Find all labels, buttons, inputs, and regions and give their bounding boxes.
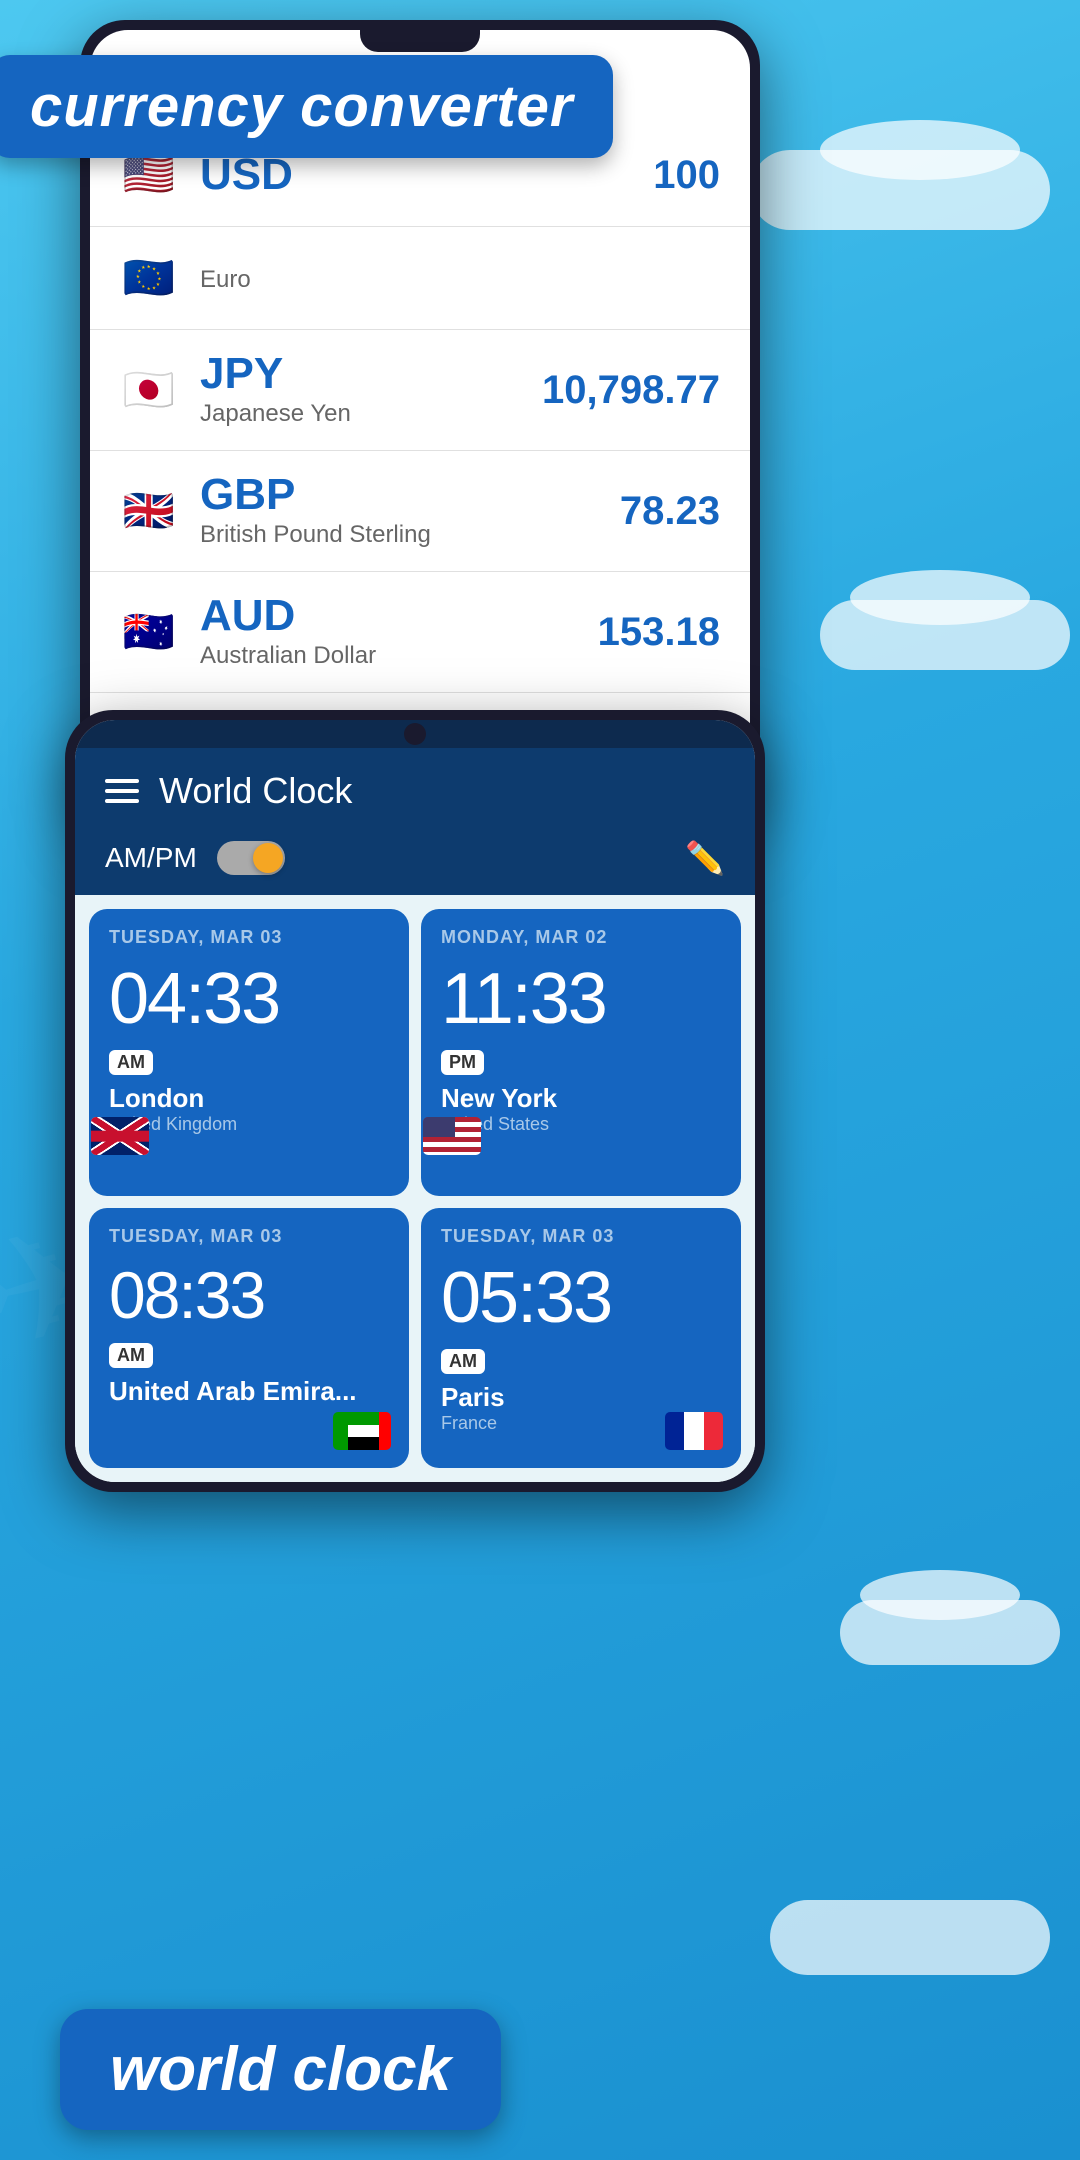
clock-city-london: London — [109, 1083, 237, 1114]
currency-row-jpy[interactable]: 🇯🇵 JPY Japanese Yen 10,798.77 — [90, 330, 750, 451]
world-clock-banner: world clock — [60, 2009, 501, 2130]
currency-name-eur: Euro — [200, 266, 720, 294]
edit-icon[interactable]: ✏️ — [685, 839, 725, 877]
hamburger-menu-button[interactable] — [105, 779, 139, 803]
currency-info-usd: USD — [200, 153, 653, 197]
flag-gbp: 🇬🇧 — [120, 482, 178, 540]
phone-notch — [360, 30, 480, 52]
currency-value-jpy: 10,798.77 — [542, 368, 720, 413]
world-clock-subheader: AM/PM ✏️ — [75, 827, 755, 895]
currency-info-gbp: GBP British Pound Sterling — [200, 473, 620, 549]
currency-code-aud: AUD — [200, 594, 598, 638]
ampm-badge-paris: AM — [441, 1349, 485, 1374]
clock-time-uae: 08:33 — [109, 1257, 389, 1333]
hamburger-line-3 — [105, 799, 139, 803]
camera-notch — [404, 723, 426, 745]
clock-card-newyork[interactable]: MONDAY, MAR 02 11:33 PM New York United … — [421, 909, 741, 1196]
flag-aud: 🇦🇺 — [120, 603, 178, 661]
currency-info-jpy: JPY Japanese Yen — [200, 352, 542, 428]
currency-name-gbp: British Pound Sterling — [200, 521, 620, 549]
world-clock-banner-text: world clock — [110, 2035, 451, 2104]
clock-time-london: 04:33 — [109, 958, 389, 1040]
world-clock-title: World Clock — [159, 770, 725, 812]
ampm-badge-newyork: PM — [441, 1050, 484, 1075]
currency-value-aud: 153.18 — [598, 610, 720, 655]
clock-card-london[interactable]: TUESDAY, MAR 03 04:33 AM London United K… — [89, 909, 409, 1196]
currency-code-gbp: GBP — [200, 473, 620, 517]
clock-date-london: TUESDAY, MAR 03 — [109, 927, 389, 948]
clock-date-paris: TUESDAY, MAR 03 — [441, 1226, 721, 1247]
clock-city-uae: United Arab Emira... — [109, 1376, 389, 1407]
flag-london — [91, 1117, 149, 1155]
ampm-badge-uae: AM — [109, 1343, 153, 1368]
ampm-label: AM/PM — [105, 842, 197, 874]
clock-card-uae[interactable]: TUESDAY, MAR 03 08:33 AM United Arab Emi… — [89, 1208, 409, 1468]
flag-eur: 🇪🇺 — [120, 249, 178, 307]
ampm-toggle[interactable] — [217, 841, 285, 875]
toggle-knob — [253, 843, 283, 873]
currency-code-usd: USD — [200, 153, 653, 197]
currency-code-jpy: JPY — [200, 352, 542, 396]
currency-value-usd: 100 — [653, 153, 720, 198]
flag-newyork — [423, 1117, 481, 1155]
clock-card-paris[interactable]: TUESDAY, MAR 03 05:33 AM Paris France — [421, 1208, 741, 1468]
currency-row-aud[interactable]: 🇦🇺 AUD Australian Dollar 153.18 — [90, 572, 750, 693]
clock-date-newyork: MONDAY, MAR 02 — [441, 927, 721, 948]
currency-row-eur[interactable]: 🇪🇺 Euro — [90, 227, 750, 330]
currency-row-gbp[interactable]: 🇬🇧 GBP British Pound Sterling 78.23 — [90, 451, 750, 572]
world-clock-phone: World Clock AM/PM ✏️ TUESDAY, MAR 03 04:… — [65, 710, 765, 1492]
clock-time-newyork: 11:33 — [441, 958, 721, 1040]
clock-city-paris: Paris — [441, 1382, 721, 1413]
currency-converter-banner: currency converter — [0, 55, 613, 158]
hamburger-line-2 — [105, 789, 139, 793]
clock-time-paris: 05:33 — [441, 1257, 721, 1339]
hamburger-line-1 — [105, 779, 139, 783]
flag-paris — [665, 1412, 723, 1450]
phone-bottom-notch-bar — [75, 720, 755, 748]
currency-value-gbp: 78.23 — [620, 489, 720, 534]
currency-name-aud: Australian Dollar — [200, 642, 598, 670]
currency-info-eur: Euro — [200, 262, 720, 294]
currency-banner-text: currency converter — [30, 74, 573, 139]
currency-name-jpy: Japanese Yen — [200, 400, 542, 428]
ampm-badge-london: AM — [109, 1050, 153, 1075]
clock-date-uae: TUESDAY, MAR 03 — [109, 1226, 389, 1247]
clock-grid: TUESDAY, MAR 03 04:33 AM London United K… — [75, 895, 755, 1482]
flag-uae — [333, 1412, 391, 1450]
flag-jpy: 🇯🇵 — [120, 361, 178, 419]
clock-city-newyork: New York — [441, 1083, 557, 1114]
world-clock-header: World Clock — [75, 748, 755, 827]
currency-info-aud: AUD Australian Dollar — [200, 594, 598, 670]
